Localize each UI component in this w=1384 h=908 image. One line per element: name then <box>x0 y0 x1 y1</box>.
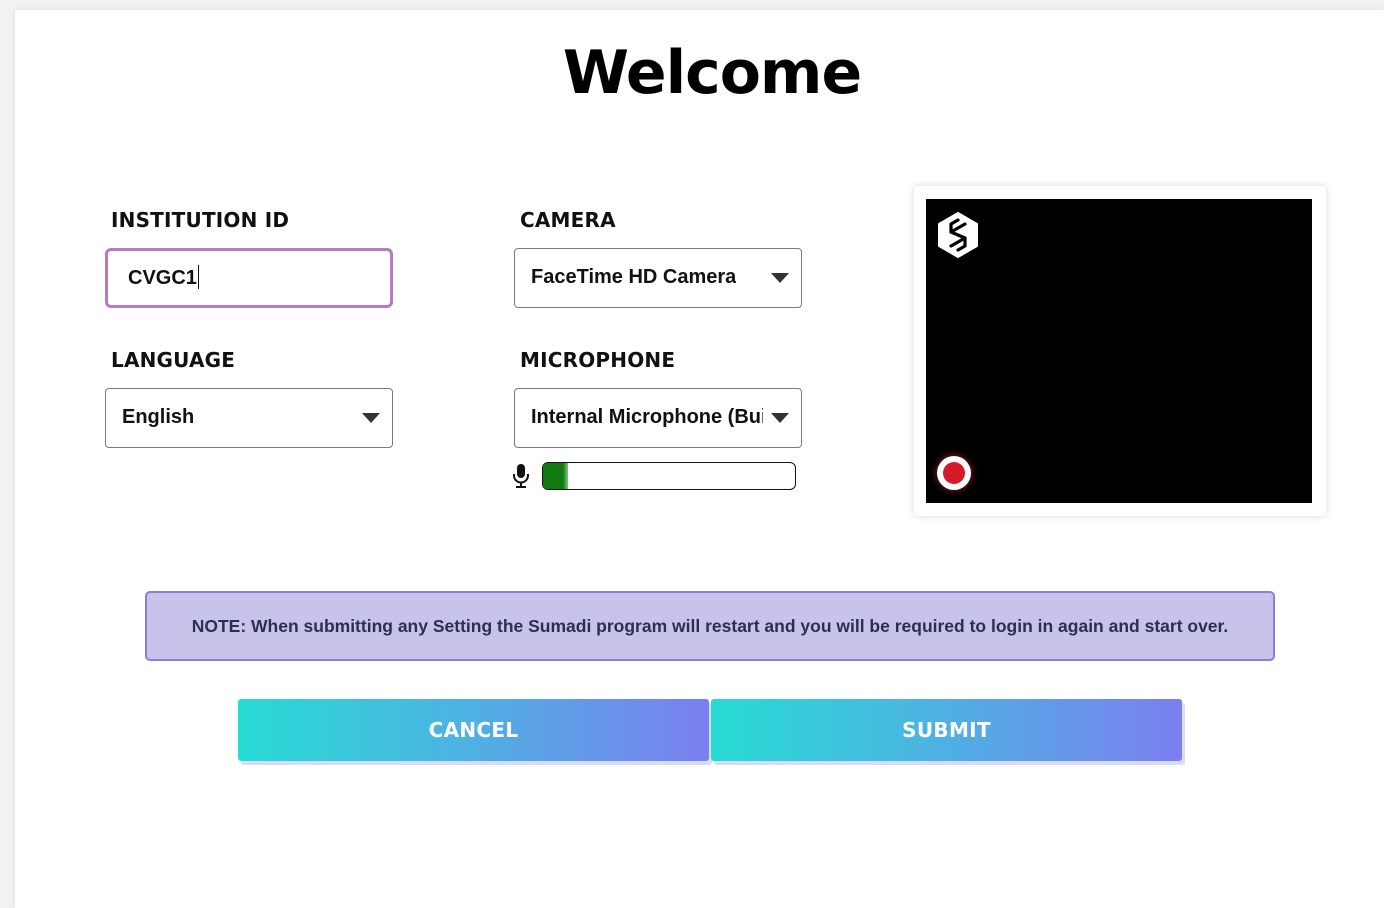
microphone-selected-value: Internal Microphone (Built-in) <box>531 406 763 428</box>
language-label: LANGUAGE <box>111 348 236 372</box>
chevron-down-icon <box>362 413 380 423</box>
restart-note: NOTE: When submitting any Setting the Su… <box>145 591 1275 661</box>
text-caret <box>197 265 200 290</box>
chevron-down-icon <box>771 413 789 423</box>
microphone-icon <box>513 464 529 488</box>
camera-preview-card <box>914 186 1326 516</box>
camera-label: CAMERA <box>520 208 616 232</box>
microphone-level-meter <box>542 462 796 490</box>
record-indicator-icon <box>937 456 971 490</box>
page-title: Welcome <box>562 38 862 108</box>
institution-id-value: CVGC1 <box>128 267 197 289</box>
camera-preview <box>926 199 1312 503</box>
camera-selected-value: FaceTime HD Camera <box>531 266 737 288</box>
chevron-down-icon <box>771 273 789 283</box>
microphone-level-fill <box>543 463 569 489</box>
language-select[interactable]: English <box>105 388 393 448</box>
submit-button[interactable]: SUBMIT <box>711 699 1182 761</box>
microphone-select[interactable]: Internal Microphone (Built-in) <box>514 388 802 448</box>
sumadi-logo-icon <box>938 212 978 258</box>
institution-id-label: INSTITUTION ID <box>111 208 290 232</box>
institution-id-input[interactable]: CVGC1 <box>105 248 393 308</box>
microphone-label: MICROPHONE <box>520 348 676 372</box>
cancel-button[interactable]: CANCEL <box>238 699 709 761</box>
language-selected-value: English <box>122 406 195 428</box>
camera-select[interactable]: FaceTime HD Camera <box>514 248 802 308</box>
